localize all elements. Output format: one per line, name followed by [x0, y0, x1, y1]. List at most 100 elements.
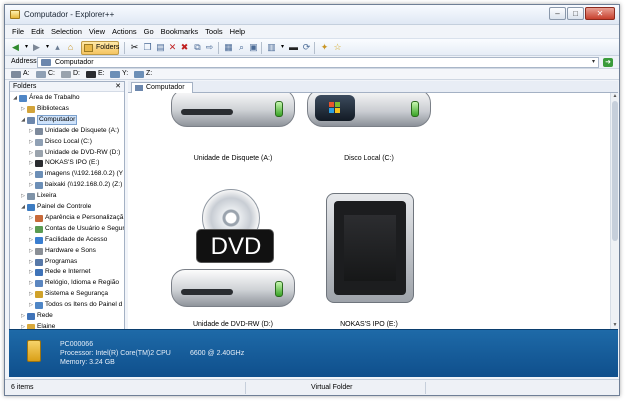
scroll-up-icon[interactable]: ▲: [611, 93, 619, 100]
list-item[interactable]: DVD Unidade de DVD-RW (D:): [168, 189, 298, 329]
drive-button-z[interactable]: Z:: [134, 70, 152, 78]
close-button[interactable]: ✕: [585, 7, 615, 20]
expand-arrow-icon[interactable]: ▷: [28, 148, 34, 158]
file-list-view[interactable]: Unidade de Disquete (A:) Disco Local (C:…: [128, 93, 610, 329]
delete-icon[interactable]: ✕: [167, 42, 178, 53]
processor-info: Processor: Intel(R) Core(TM)2 CPU: [60, 350, 171, 357]
folders-button[interactable]: Folders: [81, 41, 119, 55]
tree-item-label: Lixeira: [37, 192, 57, 200]
item-count: 6 items: [11, 384, 34, 391]
scroll-down-icon[interactable]: ▼: [611, 322, 619, 329]
expand-arrow-icon[interactable]: ▷: [28, 267, 34, 277]
menu-selection[interactable]: Selection: [48, 25, 86, 38]
menu-edit[interactable]: Edit: [28, 25, 48, 38]
status-bar: 6 items Virtual Folder: [5, 379, 619, 395]
back-icon[interactable]: ◀: [10, 42, 21, 53]
floppy-icon: [35, 127, 43, 135]
folder-icon: [84, 44, 93, 52]
tree-item-label: Unidade de Disquete (A:): [45, 126, 120, 134]
menu-file[interactable]: File: [9, 25, 28, 38]
cut-icon[interactable]: ✂: [129, 42, 140, 53]
bookmarks-star-icon[interactable]: ☆: [332, 42, 343, 53]
processor-speed: 6600 @ 2.40GHz: [190, 350, 245, 357]
properties-icon[interactable]: ▦: [223, 42, 234, 53]
go-arrow-icon[interactable]: ➜: [603, 58, 613, 67]
dvd-icon: [61, 71, 71, 78]
network-drive-icon: [110, 71, 120, 78]
search-icon[interactable]: ⌕: [236, 42, 247, 53]
new-folder-icon[interactable]: ▣: [248, 42, 259, 53]
expand-arrow-icon[interactable]: ▷: [20, 311, 26, 321]
paste-icon[interactable]: ▤: [155, 42, 166, 53]
delete-permanently-icon[interactable]: ✖: [179, 42, 190, 53]
expand-arrow-icon[interactable]: ▷: [28, 235, 34, 245]
expand-arrow-icon[interactable]: ▷: [20, 191, 26, 201]
command-prompt-icon[interactable]: ▬: [288, 42, 299, 53]
home-icon[interactable]: ⌂: [65, 42, 76, 53]
expand-arrow-icon[interactable]: ▷: [20, 104, 26, 114]
folders-pane-header: Folders ✕: [10, 82, 124, 92]
expand-arrow-icon[interactable]: ▷: [28, 169, 34, 179]
address-value: Computador: [55, 59, 94, 66]
drive-button-y[interactable]: Y:: [110, 70, 128, 78]
hardware-icon: [35, 247, 43, 255]
minimize-button[interactable]: –: [549, 7, 566, 20]
tree-item-label: NOKAS'S IPO (E:): [45, 159, 100, 167]
tab-computador[interactable]: Computador: [131, 82, 193, 93]
menu-bookmarks[interactable]: Bookmarks: [158, 25, 203, 38]
expand-arrow-icon[interactable]: ▷: [28, 224, 34, 234]
dvd-icon: [35, 149, 43, 157]
expand-arrow-icon[interactable]: ▷: [28, 213, 34, 223]
vertical-scrollbar[interactable]: ▲ ▼: [610, 93, 618, 329]
expand-arrow-icon[interactable]: ▷: [28, 257, 34, 267]
toolbar-separator: [314, 42, 315, 54]
collapse-arrow-icon[interactable]: ◢: [20, 115, 26, 125]
address-input[interactable]: Computador ▾: [37, 57, 599, 68]
move-to-icon[interactable]: ⇨: [204, 42, 215, 53]
drive-button-c[interactable]: C:: [36, 70, 55, 78]
expand-arrow-icon[interactable]: ▷: [28, 246, 34, 256]
list-item[interactable]: NOKAS'S IPO (E:): [304, 189, 434, 329]
forward-icon[interactable]: ▶: [31, 42, 42, 53]
views-dropdown-icon[interactable]: ▾: [277, 42, 288, 53]
collapse-arrow-icon[interactable]: ◢: [12, 93, 18, 103]
status-divider: [425, 382, 426, 394]
menu-actions[interactable]: Actions: [109, 25, 141, 38]
expand-arrow-icon[interactable]: ▷: [28, 289, 34, 299]
menu-view[interactable]: View: [86, 25, 109, 38]
expand-arrow-icon[interactable]: ▷: [28, 278, 34, 288]
list-item[interactable]: Unidade de Disquete (A:): [168, 93, 298, 173]
copy-to-icon[interactable]: ⧉: [192, 42, 203, 53]
expand-arrow-icon[interactable]: ▷: [28, 137, 34, 147]
tree-item-label: Área de Trabalho: [29, 94, 80, 101]
maximize-button[interactable]: □: [567, 7, 584, 20]
collapse-arrow-icon[interactable]: ◢: [20, 202, 26, 212]
drive-button-e[interactable]: E:: [86, 70, 105, 78]
close-pane-icon[interactable]: ✕: [115, 82, 121, 90]
expand-arrow-icon[interactable]: ▷: [28, 300, 34, 310]
tree-item-label: Disco Local (C:): [45, 137, 92, 145]
views-icon[interactable]: ▥: [266, 42, 277, 53]
copy-icon[interactable]: ❐: [142, 42, 153, 53]
tree-item-label: Computador: [37, 114, 78, 125]
expand-arrow-icon[interactable]: ▷: [28, 180, 34, 190]
drive-button-a[interactable]: A:: [11, 70, 30, 78]
tree-item-label: Facilidade de Acesso: [45, 235, 108, 243]
network-icon: [35, 269, 43, 277]
expand-arrow-icon[interactable]: ▷: [28, 158, 34, 168]
menu-go[interactable]: Go: [141, 25, 158, 38]
expand-arrow-icon[interactable]: ▷: [28, 126, 34, 136]
ipod-icon: [326, 193, 414, 303]
refresh-icon[interactable]: ⟳: [301, 42, 312, 53]
add-bookmark-icon[interactable]: ✦: [319, 42, 330, 53]
address-dropdown-icon[interactable]: ▾: [592, 58, 595, 65]
list-item[interactable]: Disco Local (C:): [304, 93, 434, 173]
up-folder-icon[interactable]: ▴: [52, 42, 63, 53]
title-bar[interactable]: Computador - Explorer++ – □ ✕: [5, 5, 619, 25]
tree-item-label: Todos os Itens do Painel d: [45, 301, 123, 309]
scrollbar-thumb[interactable]: [612, 101, 618, 241]
explorer-window: Computador - Explorer++ – □ ✕ File Edit …: [4, 4, 620, 396]
drive-button-d[interactable]: D:: [61, 70, 80, 78]
menu-help[interactable]: Help: [227, 25, 249, 38]
menu-tools[interactable]: Tools: [202, 25, 227, 38]
